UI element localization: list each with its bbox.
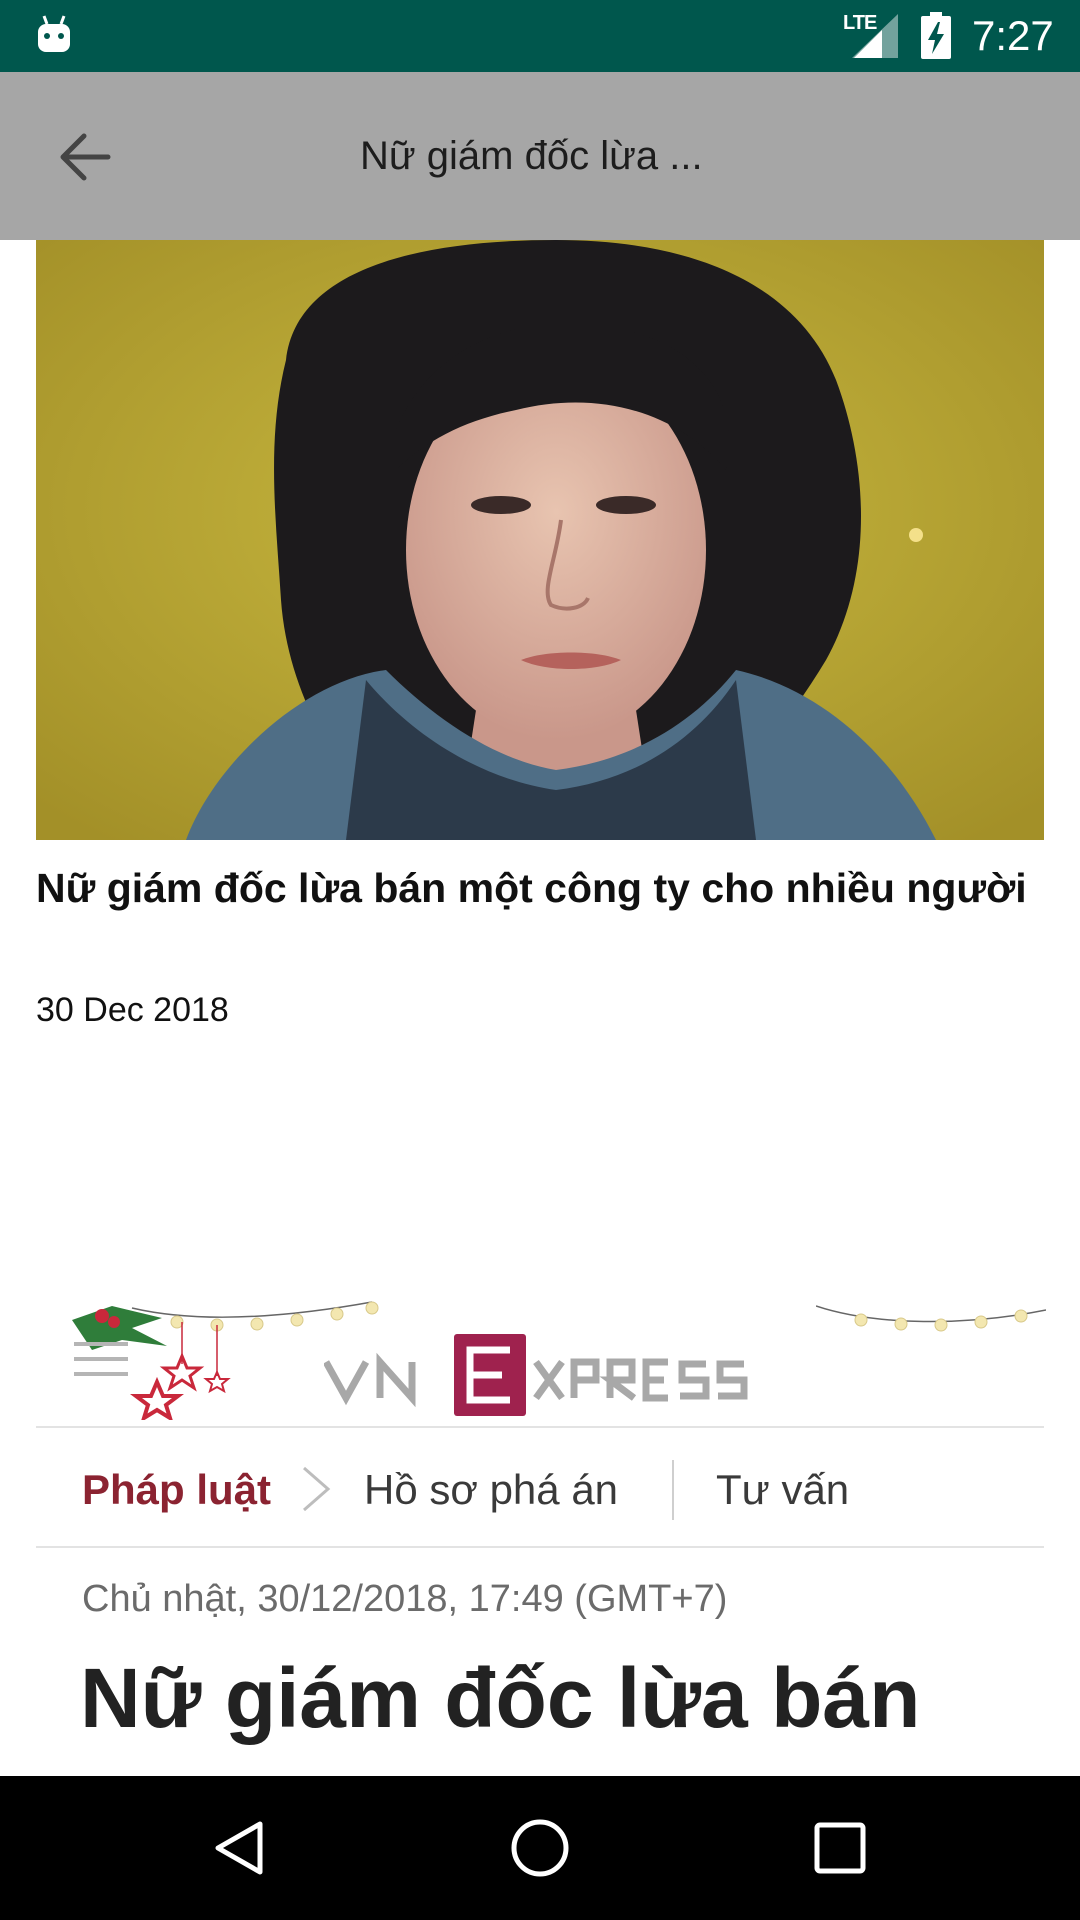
- circle-home-icon: [511, 1819, 569, 1877]
- breadcrumb: Pháp luật Hồ sơ phá án Tư vấn: [36, 1430, 1044, 1548]
- nav-back-button[interactable]: [200, 1808, 280, 1888]
- nav-recents-button[interactable]: [800, 1808, 880, 1888]
- system-navigation-bar: [0, 1776, 1080, 1920]
- triangle-back-icon: [215, 1821, 263, 1875]
- web-article-timestamp: Chủ nhật, 30/12/2018, 17:49 (GMT+7): [82, 1578, 728, 1620]
- back-button[interactable]: [40, 112, 130, 202]
- article-content: Nữ giám đốc lừa bán một công ty cho nhiề…: [0, 240, 1080, 1776]
- nav-home-button[interactable]: [500, 1808, 580, 1888]
- site-header: [36, 1300, 1046, 1428]
- signal-icon: [852, 14, 898, 58]
- breadcrumb-divider: [672, 1460, 674, 1520]
- clock: 7:27: [972, 12, 1054, 59]
- app-bar: Nữ giám đốc lừa ...: [0, 72, 1080, 240]
- arrow-back-icon: [60, 133, 111, 181]
- square-recents-icon: [814, 1822, 866, 1874]
- article-date: 30 Dec 2018: [36, 991, 229, 1029]
- chevron-right-icon: [303, 1466, 331, 1512]
- breadcrumb-subcategory-link[interactable]: Hồ sơ phá án: [364, 1466, 618, 1514]
- article-title: Nữ giám đốc lừa bán một công ty cho nhiề…: [36, 865, 1027, 911]
- status-bar: LTE 7:27: [0, 0, 1080, 72]
- app-bar-title: Nữ giám đốc lừa ...: [360, 134, 703, 178]
- android-icon: [38, 15, 70, 52]
- web-article-headline: Nữ giám đốc lừa bán: [80, 1651, 921, 1745]
- embedded-web-view[interactable]: Pháp luật Hồ sơ phá án Tư vấn Chủ nhật, …: [0, 1300, 1080, 1776]
- article-hero-image[interactable]: [36, 240, 1044, 840]
- battery-charging-icon: [921, 12, 951, 59]
- string-lights-decoration-icon: [816, 1305, 1046, 1332]
- vnexpress-logo[interactable]: [324, 1330, 764, 1418]
- breadcrumb-secondary-link[interactable]: Tư vấn: [716, 1466, 849, 1514]
- hamburger-menu-icon[interactable]: [74, 1342, 128, 1382]
- breadcrumb-category-link[interactable]: Pháp luật: [82, 1466, 271, 1514]
